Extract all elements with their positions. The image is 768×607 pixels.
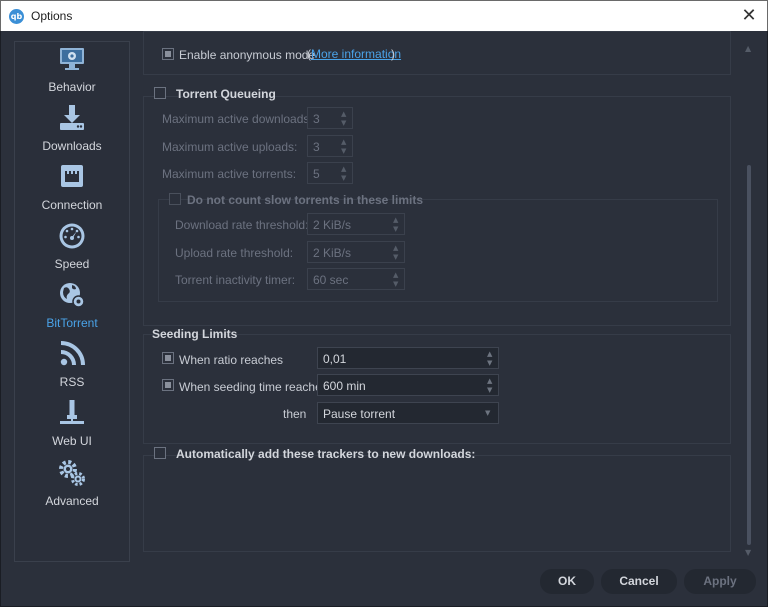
slow-torrents-checkbox[interactable] xyxy=(169,193,181,205)
torrent-queueing-title: Torrent Queueing xyxy=(176,87,276,101)
spin-up-icon[interactable]: ▲ xyxy=(393,271,401,279)
slow-torrents-title: Do not count slow torrents in these limi… xyxy=(187,193,424,207)
ratio-limit-checkbox[interactable] xyxy=(162,352,174,364)
spin-down-icon[interactable]: ▼ xyxy=(487,386,495,394)
max-uploads-label: Maximum active uploads: xyxy=(162,140,298,154)
spin-down-icon[interactable]: ▼ xyxy=(393,225,401,233)
trackers-group xyxy=(143,455,731,552)
max-downloads-label: Maximum active downloads: xyxy=(162,112,313,126)
sidebar-item-label: RSS xyxy=(59,375,85,389)
max-torrents-spinbox[interactable]: 5 ▲ ▼ xyxy=(307,162,353,184)
auto-trackers-title: Automatically add these trackers to new … xyxy=(176,447,476,461)
more-information-link[interactable]: More information xyxy=(311,47,401,61)
sidebar-item-label: Behavior xyxy=(48,80,96,94)
sidebar-item-web-ui[interactable]: Web UI xyxy=(15,398,129,456)
cancel-button[interactable]: Cancel xyxy=(601,569,677,594)
title-bar: qb Options ✕ xyxy=(0,0,768,31)
upload-rate-label: Upload rate threshold: xyxy=(175,246,294,260)
seeding-action-select[interactable]: Pause torrent ▼ xyxy=(317,402,499,424)
ratio-limit-spinbox[interactable]: 0,01 ▲ ▼ xyxy=(317,347,499,369)
sidebar-item-label: Advanced xyxy=(45,494,99,508)
torrent-queueing-checkbox[interactable] xyxy=(154,87,166,99)
scroll-up-icon[interactable]: ▲ xyxy=(745,45,753,53)
max-torrents-label: Maximum active torrents: xyxy=(162,167,297,181)
spin-up-icon[interactable]: ▲ xyxy=(487,350,495,358)
spin-down-icon[interactable]: ▼ xyxy=(341,119,349,127)
auto-trackers-checkbox[interactable] xyxy=(154,447,166,459)
ratio-limit-value: 0,01 xyxy=(323,352,347,366)
spin-down-icon[interactable]: ▼ xyxy=(341,147,349,155)
network-port-icon xyxy=(57,162,87,192)
scrollbar-thumb[interactable] xyxy=(747,165,751,545)
spin-down-icon[interactable]: ▼ xyxy=(487,359,495,367)
ratio-limit-label: When ratio reaches xyxy=(179,353,284,367)
download-rate-label: Download rate threshold: xyxy=(175,218,309,232)
max-downloads-spinbox[interactable]: 3 ▲ ▼ xyxy=(307,107,353,129)
spin-up-icon[interactable]: ▲ xyxy=(393,244,401,252)
spin-up-icon[interactable]: ▲ xyxy=(341,165,349,173)
sidebar-item-advanced[interactable]: Advanced xyxy=(15,458,129,516)
max-uploads-spinbox[interactable]: 3 ▲ ▼ xyxy=(307,135,353,157)
inactivity-timer-value: 60 sec xyxy=(313,273,349,287)
download-rate-spinbox[interactable]: 2 KiB/s ▲ ▼ xyxy=(307,213,405,235)
spin-down-icon[interactable]: ▼ xyxy=(341,174,349,182)
sidebar-item-bittorrent[interactable]: BitTorrent xyxy=(15,280,129,338)
spin-down-icon[interactable]: ▼ xyxy=(393,280,401,288)
sidebar-item-behavior[interactable]: Behavior xyxy=(15,44,129,102)
spin-up-icon[interactable]: ▲ xyxy=(341,138,349,146)
sidebar-item-label: Downloads xyxy=(42,139,102,153)
options-dialog-body: Behavior Downloads Connection Speed BitT xyxy=(0,31,768,607)
monitor-gear-icon xyxy=(57,44,87,74)
sidebar-item-label: Speed xyxy=(54,257,90,271)
close-paren: ) xyxy=(391,47,395,61)
spin-down-icon[interactable]: ▼ xyxy=(393,253,401,261)
close-button[interactable]: ✕ xyxy=(739,6,759,26)
max-downloads-value: 3 xyxy=(313,112,320,126)
sidebar-item-label: BitTorrent xyxy=(46,316,98,330)
anonymous-mode-label: Enable anonymous mode xyxy=(179,48,316,62)
seeding-time-checkbox[interactable] xyxy=(162,379,174,391)
upload-rate-value: 2 KiB/s xyxy=(313,246,352,260)
bittorrent-settings-panel: Enable anonymous mode ( More information… xyxy=(143,31,757,562)
sidebar-item-label: Connection xyxy=(41,198,103,212)
chevron-down-icon: ▼ xyxy=(485,409,491,417)
seeding-action-value: Pause torrent xyxy=(323,407,396,421)
spin-up-icon[interactable]: ▲ xyxy=(341,110,349,118)
sidebar-item-speed[interactable]: Speed xyxy=(15,221,129,279)
upload-rate-spinbox[interactable]: 2 KiB/s ▲ ▼ xyxy=(307,241,405,263)
speedometer-icon xyxy=(57,221,87,251)
seeding-time-label: When seeding time reaches xyxy=(179,380,328,394)
seeding-time-spinbox[interactable]: 600 min ▲ ▼ xyxy=(317,374,499,396)
max-uploads-value: 3 xyxy=(313,140,320,154)
ok-button[interactable]: OK xyxy=(540,569,594,594)
sidebar-item-rss[interactable]: RSS xyxy=(15,339,129,397)
then-label: then xyxy=(283,407,307,421)
gears-icon xyxy=(57,458,87,488)
inactivity-timer-spinbox[interactable]: 60 sec ▲ ▼ xyxy=(307,268,405,290)
download-rate-value: 2 KiB/s xyxy=(313,218,352,232)
scroll-down-icon[interactable]: ▼ xyxy=(745,549,753,557)
globe-gear-icon xyxy=(57,280,87,310)
max-torrents-value: 5 xyxy=(313,167,320,181)
vertical-scrollbar[interactable]: ▲ ▼ xyxy=(743,41,755,562)
rss-icon xyxy=(57,339,87,369)
download-tray-icon xyxy=(57,103,87,133)
app-logo-icon: qb xyxy=(9,9,24,24)
sidebar-item-connection[interactable]: Connection xyxy=(15,162,129,220)
inactivity-timer-label: Torrent inactivity timer: xyxy=(175,273,296,287)
category-sidebar: Behavior Downloads Connection Speed BitT xyxy=(14,41,130,562)
window-title: Options xyxy=(31,9,73,23)
spin-up-icon[interactable]: ▲ xyxy=(487,377,495,385)
anonymous-mode-checkbox[interactable] xyxy=(162,48,174,60)
web-ui-plug-icon xyxy=(57,398,87,428)
sidebar-item-downloads[interactable]: Downloads xyxy=(15,103,129,161)
apply-button[interactable]: Apply xyxy=(684,569,756,594)
sidebar-item-label: Web UI xyxy=(52,434,92,448)
spin-up-icon[interactable]: ▲ xyxy=(393,216,401,224)
seeding-time-value: 600 min xyxy=(323,379,366,393)
seeding-limits-title: Seeding Limits xyxy=(152,327,238,341)
